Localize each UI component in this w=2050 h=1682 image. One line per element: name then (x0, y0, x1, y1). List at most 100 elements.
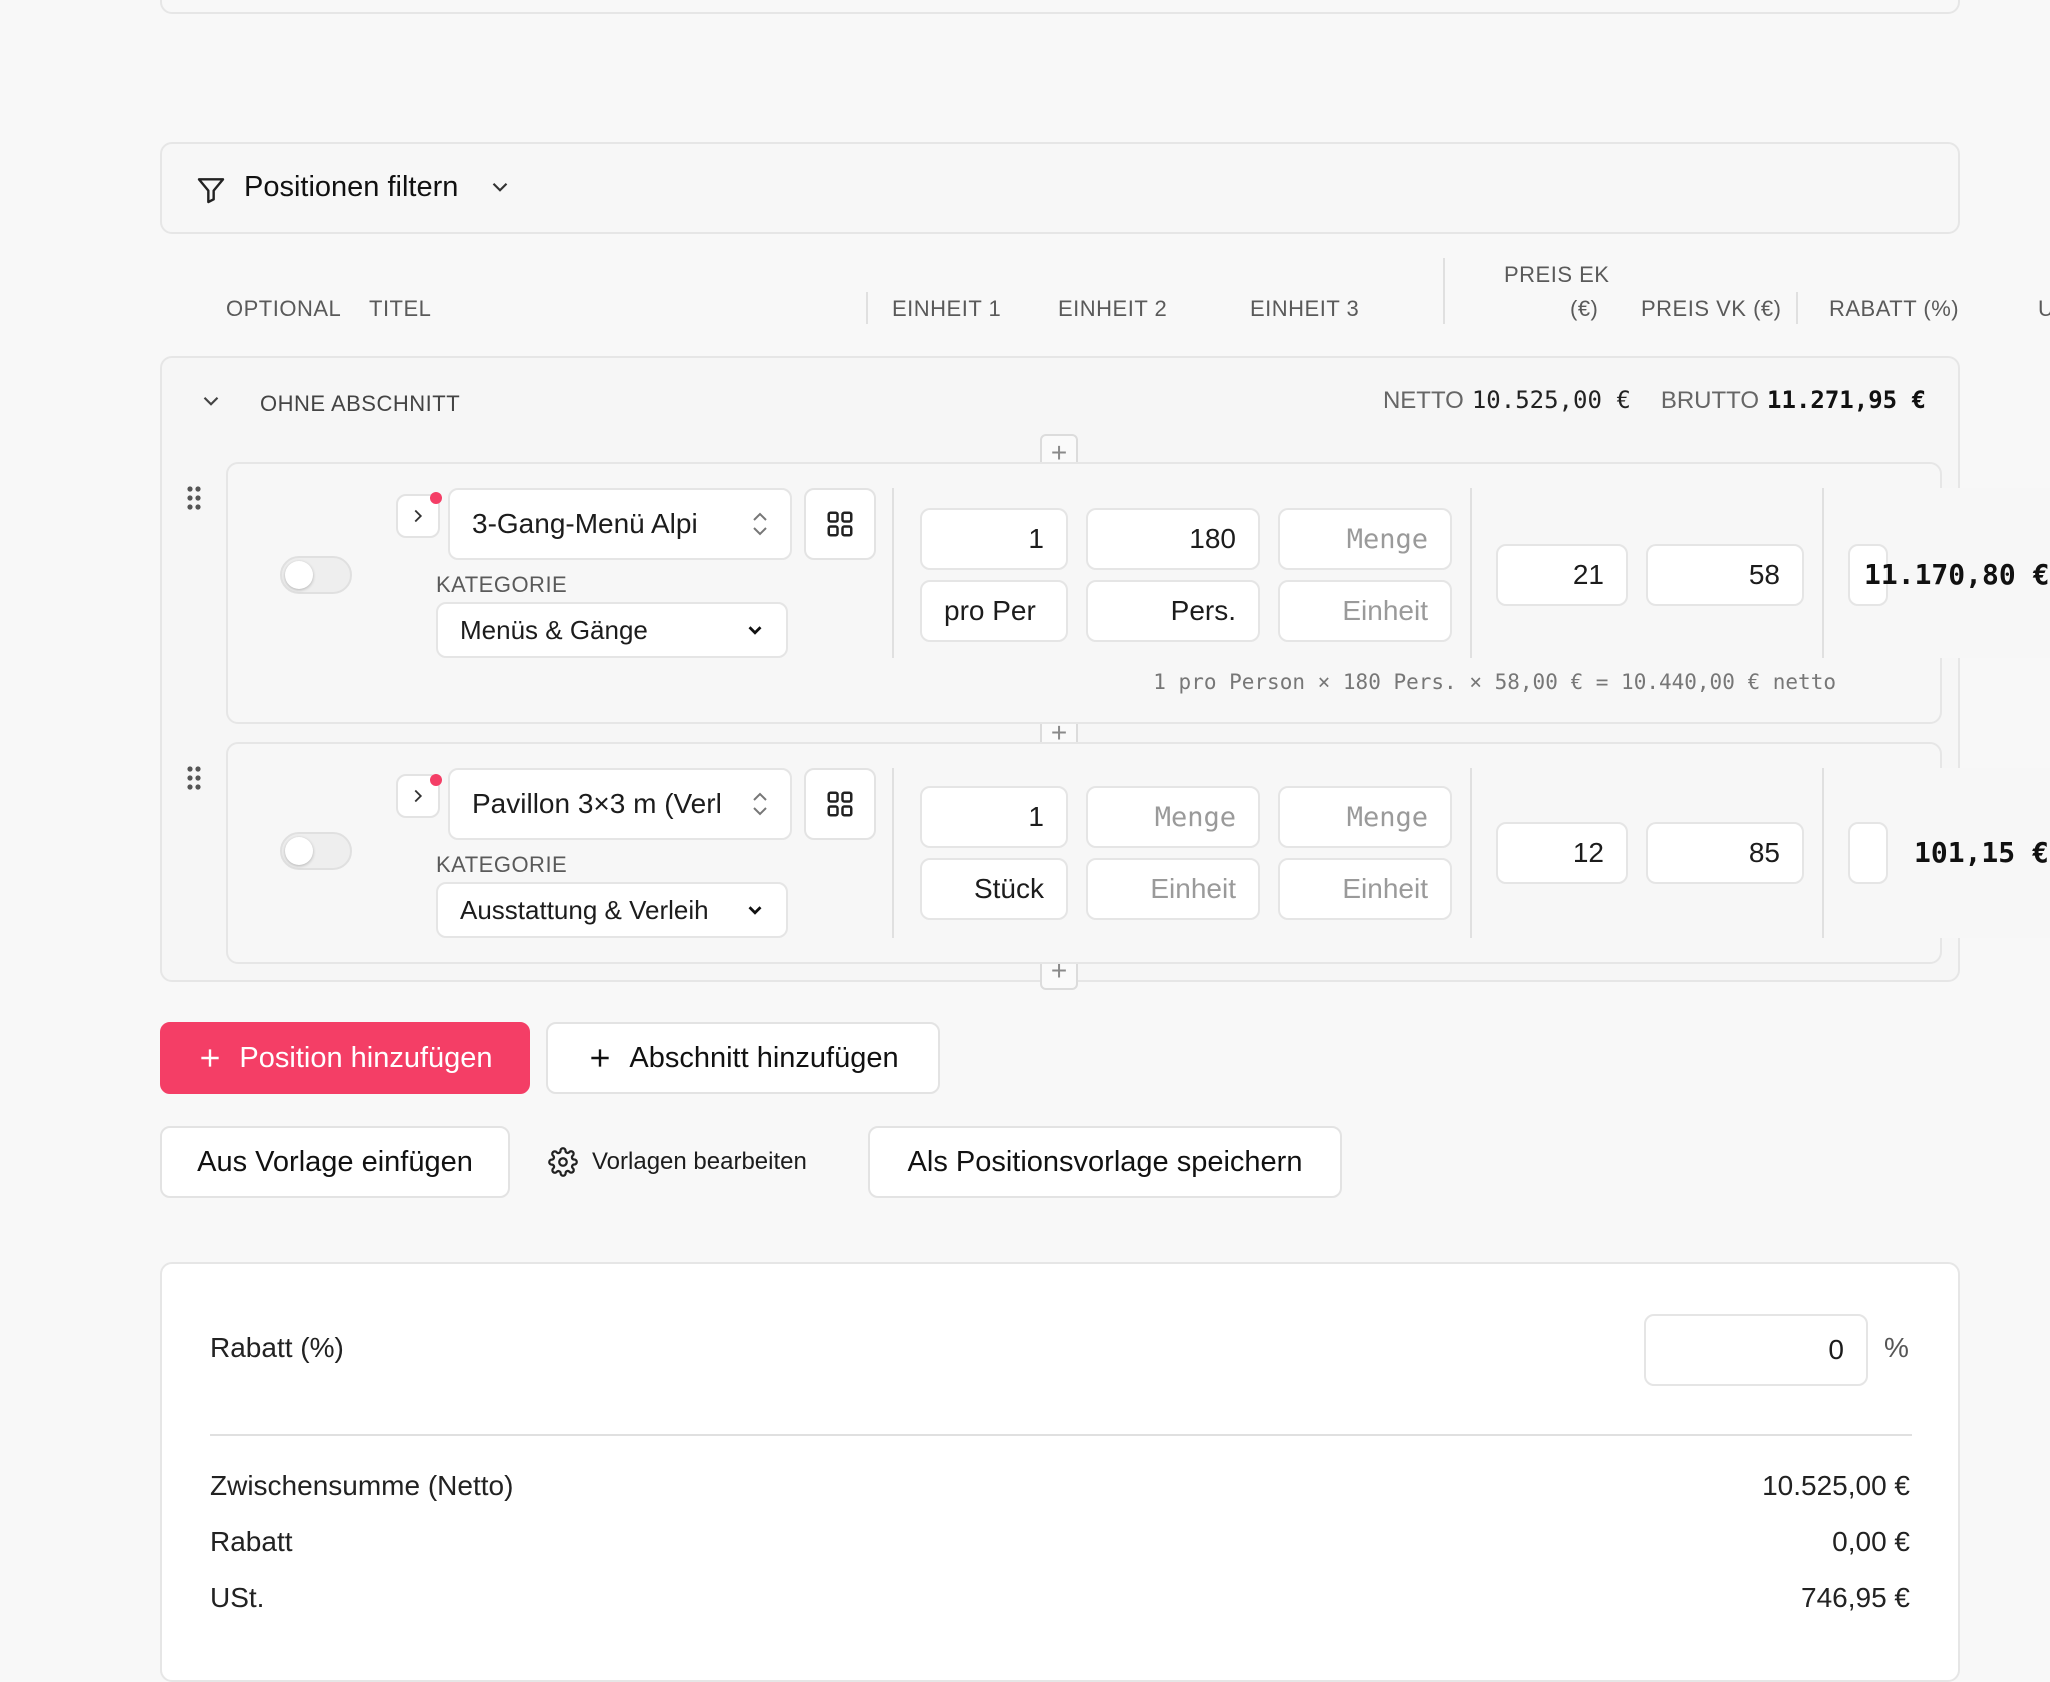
gear-icon (548, 1147, 578, 1177)
updown-icon (748, 508, 772, 545)
category-value: Menüs & Gänge (460, 614, 648, 645)
position-total: 101,15 € (1914, 836, 2049, 869)
insert-template-label: Aus Vorlage einfügen (197, 1145, 473, 1178)
category-value: Ausstattung & Verleih (460, 894, 709, 925)
unit1-input[interactable]: pro Per (920, 580, 1068, 642)
filter-icon (194, 174, 228, 211)
cell-divider (892, 488, 894, 658)
cell-divider (1470, 488, 1472, 658)
category-label: KATEGORIE (436, 572, 568, 597)
add-section-button[interactable]: Abschnitt hinzufügen (546, 1022, 940, 1094)
discount-value: 0,00 € (1832, 1526, 1910, 1557)
cell-divider (1822, 768, 1824, 938)
qty2-input[interactable]: 180 (1086, 508, 1260, 570)
position-title: Pavillon 3×3 m (Verl (472, 788, 722, 819)
qty2-input[interactable]: Menge (1086, 786, 1260, 848)
previous-card (160, 0, 1960, 14)
chevron-down-icon (748, 906, 762, 915)
save-template-label: Als Positionsvorlage speichern (907, 1145, 1303, 1178)
chevron-down-icon (487, 174, 513, 205)
col-einheit2: EINHEIT 2 (1058, 296, 1168, 321)
unit3-input[interactable]: Einheit (1278, 580, 1452, 642)
plus-icon (591, 1049, 610, 1067)
col-divider (866, 292, 868, 324)
summary-rabatt-input[interactable]: 0 (1644, 1314, 1868, 1386)
unsaved-indicator (430, 774, 442, 786)
preis-vk-input[interactable]: 85 (1646, 822, 1804, 884)
vat-value: 746,95 € (1801, 1582, 1910, 1613)
position-title-select[interactable]: Pavillon 3×3 m (Verl (448, 768, 792, 840)
qty3-input[interactable]: Menge (1278, 786, 1452, 848)
plus-icon (201, 1049, 220, 1067)
calculation-formula: 1 pro Person × 180 Pers. × 58,00 € = 10.… (1153, 670, 1836, 694)
filter-label: Positionen filtern (244, 171, 459, 203)
add-section-label: Abschnitt hinzufügen (629, 1041, 899, 1074)
section-totals: NETTO 10.525,00 € BRUTTO 11.271,95 € (1383, 386, 1926, 415)
qty1-input[interactable]: 1 (920, 786, 1068, 848)
cell-divider (892, 768, 894, 938)
save-template-button[interactable]: Als Positionsvorlage speichern (868, 1126, 1342, 1198)
filter-bar[interactable]: Positionen filtern (160, 142, 1960, 234)
summary-divider (210, 1434, 1912, 1436)
position-title: 3-Gang-Menü Alpi (472, 508, 698, 539)
col-cut: U (2038, 296, 2050, 321)
cell-divider (1470, 768, 1472, 938)
optional-toggle[interactable] (280, 556, 352, 594)
grid-icon (827, 511, 853, 537)
brutto-label: BRUTTO (1660, 387, 1760, 414)
unit1-input[interactable]: Stück (920, 858, 1068, 920)
subtotal-label: Zwischensumme (Netto) (210, 1470, 514, 1501)
updown-icon (748, 788, 772, 825)
col-preis-ek-unit: (€) (1570, 296, 1599, 321)
unit2-input[interactable]: Einheit (1086, 858, 1260, 920)
col-optional: OPTIONAL (226, 296, 342, 321)
qty3-input[interactable]: Menge (1278, 508, 1452, 570)
edit-templates-button[interactable]: Vorlagen bearbeiten (548, 1126, 848, 1198)
preis-ek-input[interactable]: 12 (1496, 822, 1628, 884)
col-preis-vk: PREIS VK (€) (1641, 296, 1782, 321)
chevron-down-icon (748, 626, 762, 635)
category-label: KATEGORIE (436, 852, 568, 877)
col-divider (1443, 258, 1445, 324)
drag-handle-icon[interactable] (186, 765, 202, 796)
netto-label: NETTO (1382, 387, 1464, 414)
drag-handle-icon[interactable] (186, 485, 202, 516)
qty1-input[interactable]: 1 (920, 508, 1068, 570)
col-titel: TITEL (369, 296, 432, 321)
unit3-input[interactable]: Einheit (1278, 858, 1452, 920)
unsaved-indicator (430, 492, 442, 504)
brutto-value: 11.271,95 € (1767, 386, 1926, 414)
category-select[interactable]: Menüs & Gänge (436, 602, 788, 658)
position-total: 11.170,80 € (1864, 558, 2050, 591)
col-einheit3: EINHEIT 3 (1250, 296, 1360, 321)
preis-ek-input[interactable]: 21 (1496, 544, 1628, 606)
chevron-right-icon (414, 789, 423, 803)
grid-icon (827, 791, 853, 817)
catalog-button[interactable] (804, 488, 876, 560)
discount-label: Rabatt (210, 1526, 293, 1557)
category-select[interactable]: Ausstattung & Verleih (436, 882, 788, 938)
cell-divider (1822, 488, 1824, 658)
catalog-button[interactable] (804, 768, 876, 840)
section-title: OHNE ABSCHNITT (260, 391, 461, 416)
position-title-select[interactable]: 3-Gang-Menü Alpi (448, 488, 792, 560)
rabatt-input[interactable] (1848, 822, 1888, 884)
summary-rabatt-label: Rabatt (%) (210, 1332, 344, 1363)
percent-sign: % (1884, 1332, 1909, 1363)
unit2-input[interactable]: Pers. (1086, 580, 1260, 642)
optional-toggle[interactable] (280, 832, 352, 870)
add-position-label: Position hinzufügen (239, 1041, 493, 1074)
add-position-button[interactable]: Position hinzufügen (160, 1022, 530, 1094)
col-einheit1: EINHEIT 1 (892, 296, 1002, 321)
summary-card: Rabatt (%) 0 % Zwischensumme (Netto) 10.… (160, 1262, 1960, 1682)
subtotal-value: 10.525,00 € (1762, 1470, 1910, 1501)
netto-value: 10.525,00 € (1471, 386, 1631, 414)
vat-label: USt. (210, 1582, 265, 1613)
chevron-down-icon[interactable] (198, 388, 224, 419)
preis-vk-input[interactable]: 58 (1646, 544, 1804, 606)
col-rabatt: RABATT (%) (1829, 296, 1960, 321)
insert-template-button[interactable]: Aus Vorlage einfügen (160, 1126, 510, 1198)
chevron-right-icon (414, 509, 423, 523)
col-preis-ek: PREIS EK (1504, 262, 1610, 287)
edit-templates-label: Vorlagen bearbeiten (592, 1148, 807, 1175)
